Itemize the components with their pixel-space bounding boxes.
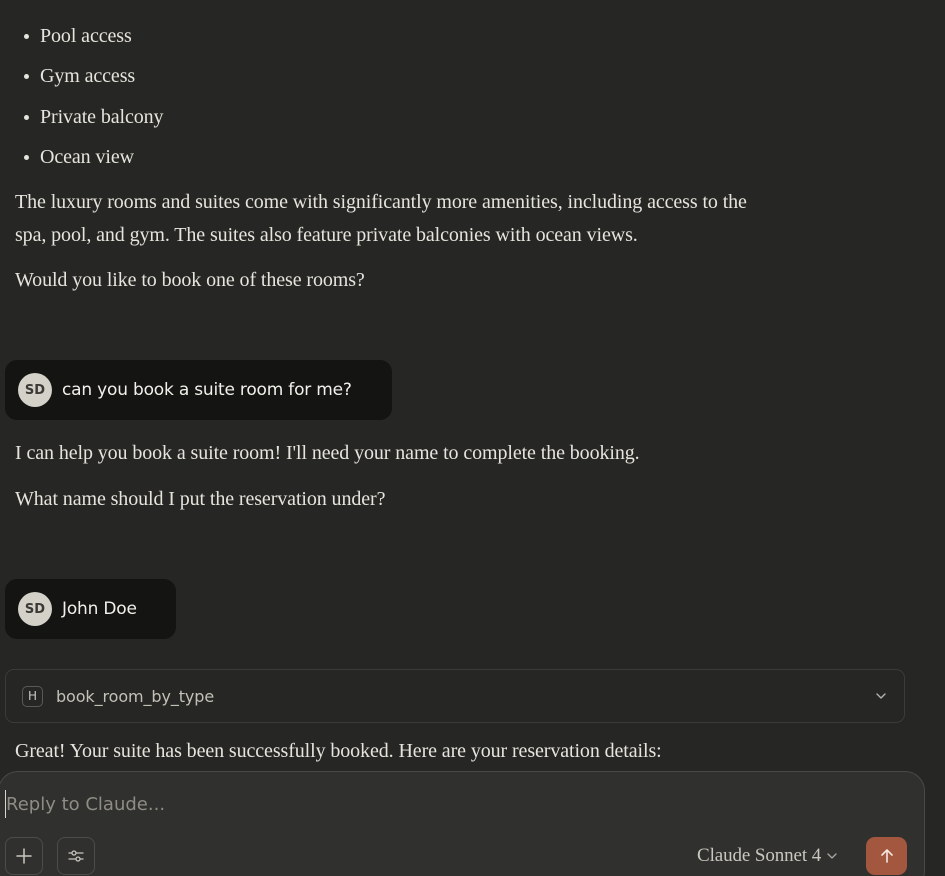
assistant-message-line: Great! Your suite has been successfully … bbox=[15, 740, 662, 762]
model-selector[interactable]: Claude Sonnet 4 bbox=[697, 845, 838, 867]
reply-input[interactable] bbox=[5, 790, 706, 818]
list-item: Pool access bbox=[24, 20, 132, 52]
user-message-text: can you book a suite room for me? bbox=[62, 380, 352, 400]
list-item: Gym access bbox=[23, 60, 135, 92]
add-button[interactable] bbox=[5, 837, 43, 875]
user-message-text: John Doe bbox=[62, 599, 137, 619]
send-button[interactable] bbox=[866, 837, 907, 875]
assistant-question: What name should I put the reservation u… bbox=[15, 488, 386, 510]
tool-call-name: book_room_by_type bbox=[56, 686, 215, 706]
assistant-message-line: I can help you book a suite room! I'll n… bbox=[15, 442, 640, 464]
user-message: SD can you book a suite room for me? bbox=[5, 360, 392, 420]
avatar: SD bbox=[18, 373, 52, 407]
assistant-message-line: The luxury rooms and suites come with si… bbox=[15, 191, 747, 213]
avatar: SD bbox=[18, 592, 52, 626]
list-item: Private balcony bbox=[23, 101, 164, 133]
chevron-down-icon bbox=[827, 853, 837, 859]
assistant-question: Would you like to book one of these room… bbox=[15, 269, 365, 291]
chevron-down-icon[interactable] bbox=[874, 689, 888, 703]
composer: Claude Sonnet 4 bbox=[0, 771, 925, 876]
tools-button[interactable] bbox=[57, 837, 95, 875]
plus-icon bbox=[16, 848, 32, 864]
list-item: Ocean view bbox=[24, 141, 134, 173]
model-name: Claude Sonnet 4 bbox=[697, 845, 822, 866]
assistant-message-line: spa, pool, and gym. The suites also feat… bbox=[15, 224, 638, 246]
arrow-up-icon bbox=[880, 849, 893, 863]
user-message: SD John Doe bbox=[5, 579, 176, 639]
sliders-icon bbox=[68, 850, 84, 862]
tool-call-row[interactable]: H book_room_by_type bbox=[5, 669, 905, 723]
tool-badge: H bbox=[22, 685, 43, 707]
